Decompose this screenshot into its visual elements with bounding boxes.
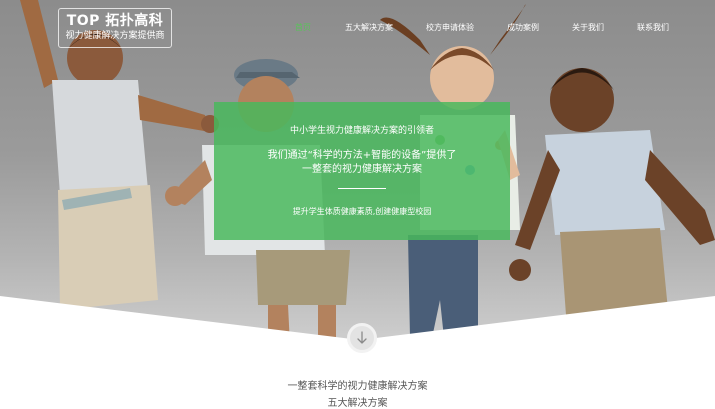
nav-item-contact[interactable]: 联系我们 xyxy=(637,22,669,33)
section-title: 五大解决方案 xyxy=(327,398,388,409)
nav-item-about[interactable]: 关于我们 xyxy=(572,22,604,33)
section-intro: 一整套科学的视力健康解决方案 xyxy=(287,381,428,392)
hero-description-line1: 我们通过“科学的方法+智能的设备”提供了 xyxy=(267,150,457,161)
hero-slogan: 提升学生体质健康素质,创建健康型校园 xyxy=(292,207,432,216)
hero-divider xyxy=(338,188,386,189)
nav-item-solutions[interactable]: 五大解决方案 xyxy=(345,22,393,33)
child-figure-right xyxy=(509,68,715,315)
arrow-down-icon xyxy=(357,331,367,344)
hero-description: 我们通过“科学的方法+智能的设备”提供了 一整套的视力健康解决方案 xyxy=(214,149,510,177)
nav-item-school-trial[interactable]: 校方申请体验 xyxy=(426,22,474,33)
nav-item-home[interactable]: 首页 xyxy=(295,22,311,33)
main-nav: 首页 五大解决方案 校方申请体验 成功案例 关于我们 联系我们 xyxy=(0,22,715,36)
hero-intro-box: 中小学生视力健康解决方案的引领者 我们通过“科学的方法+智能的设备”提供了 一整… xyxy=(214,102,510,240)
hero-banner: TOP 拓扑高科 视力健康解决方案提供商 首页 五大解决方案 校方申请体验 成功… xyxy=(0,0,715,345)
scroll-down-button[interactable] xyxy=(347,323,377,353)
nav-item-cases[interactable]: 成功案例 xyxy=(507,22,539,33)
hero-tagline: 中小学生视力健康解决方案的引领者 xyxy=(289,126,434,136)
hero-description-line2: 一整套的视力健康解决方案 xyxy=(302,164,422,175)
